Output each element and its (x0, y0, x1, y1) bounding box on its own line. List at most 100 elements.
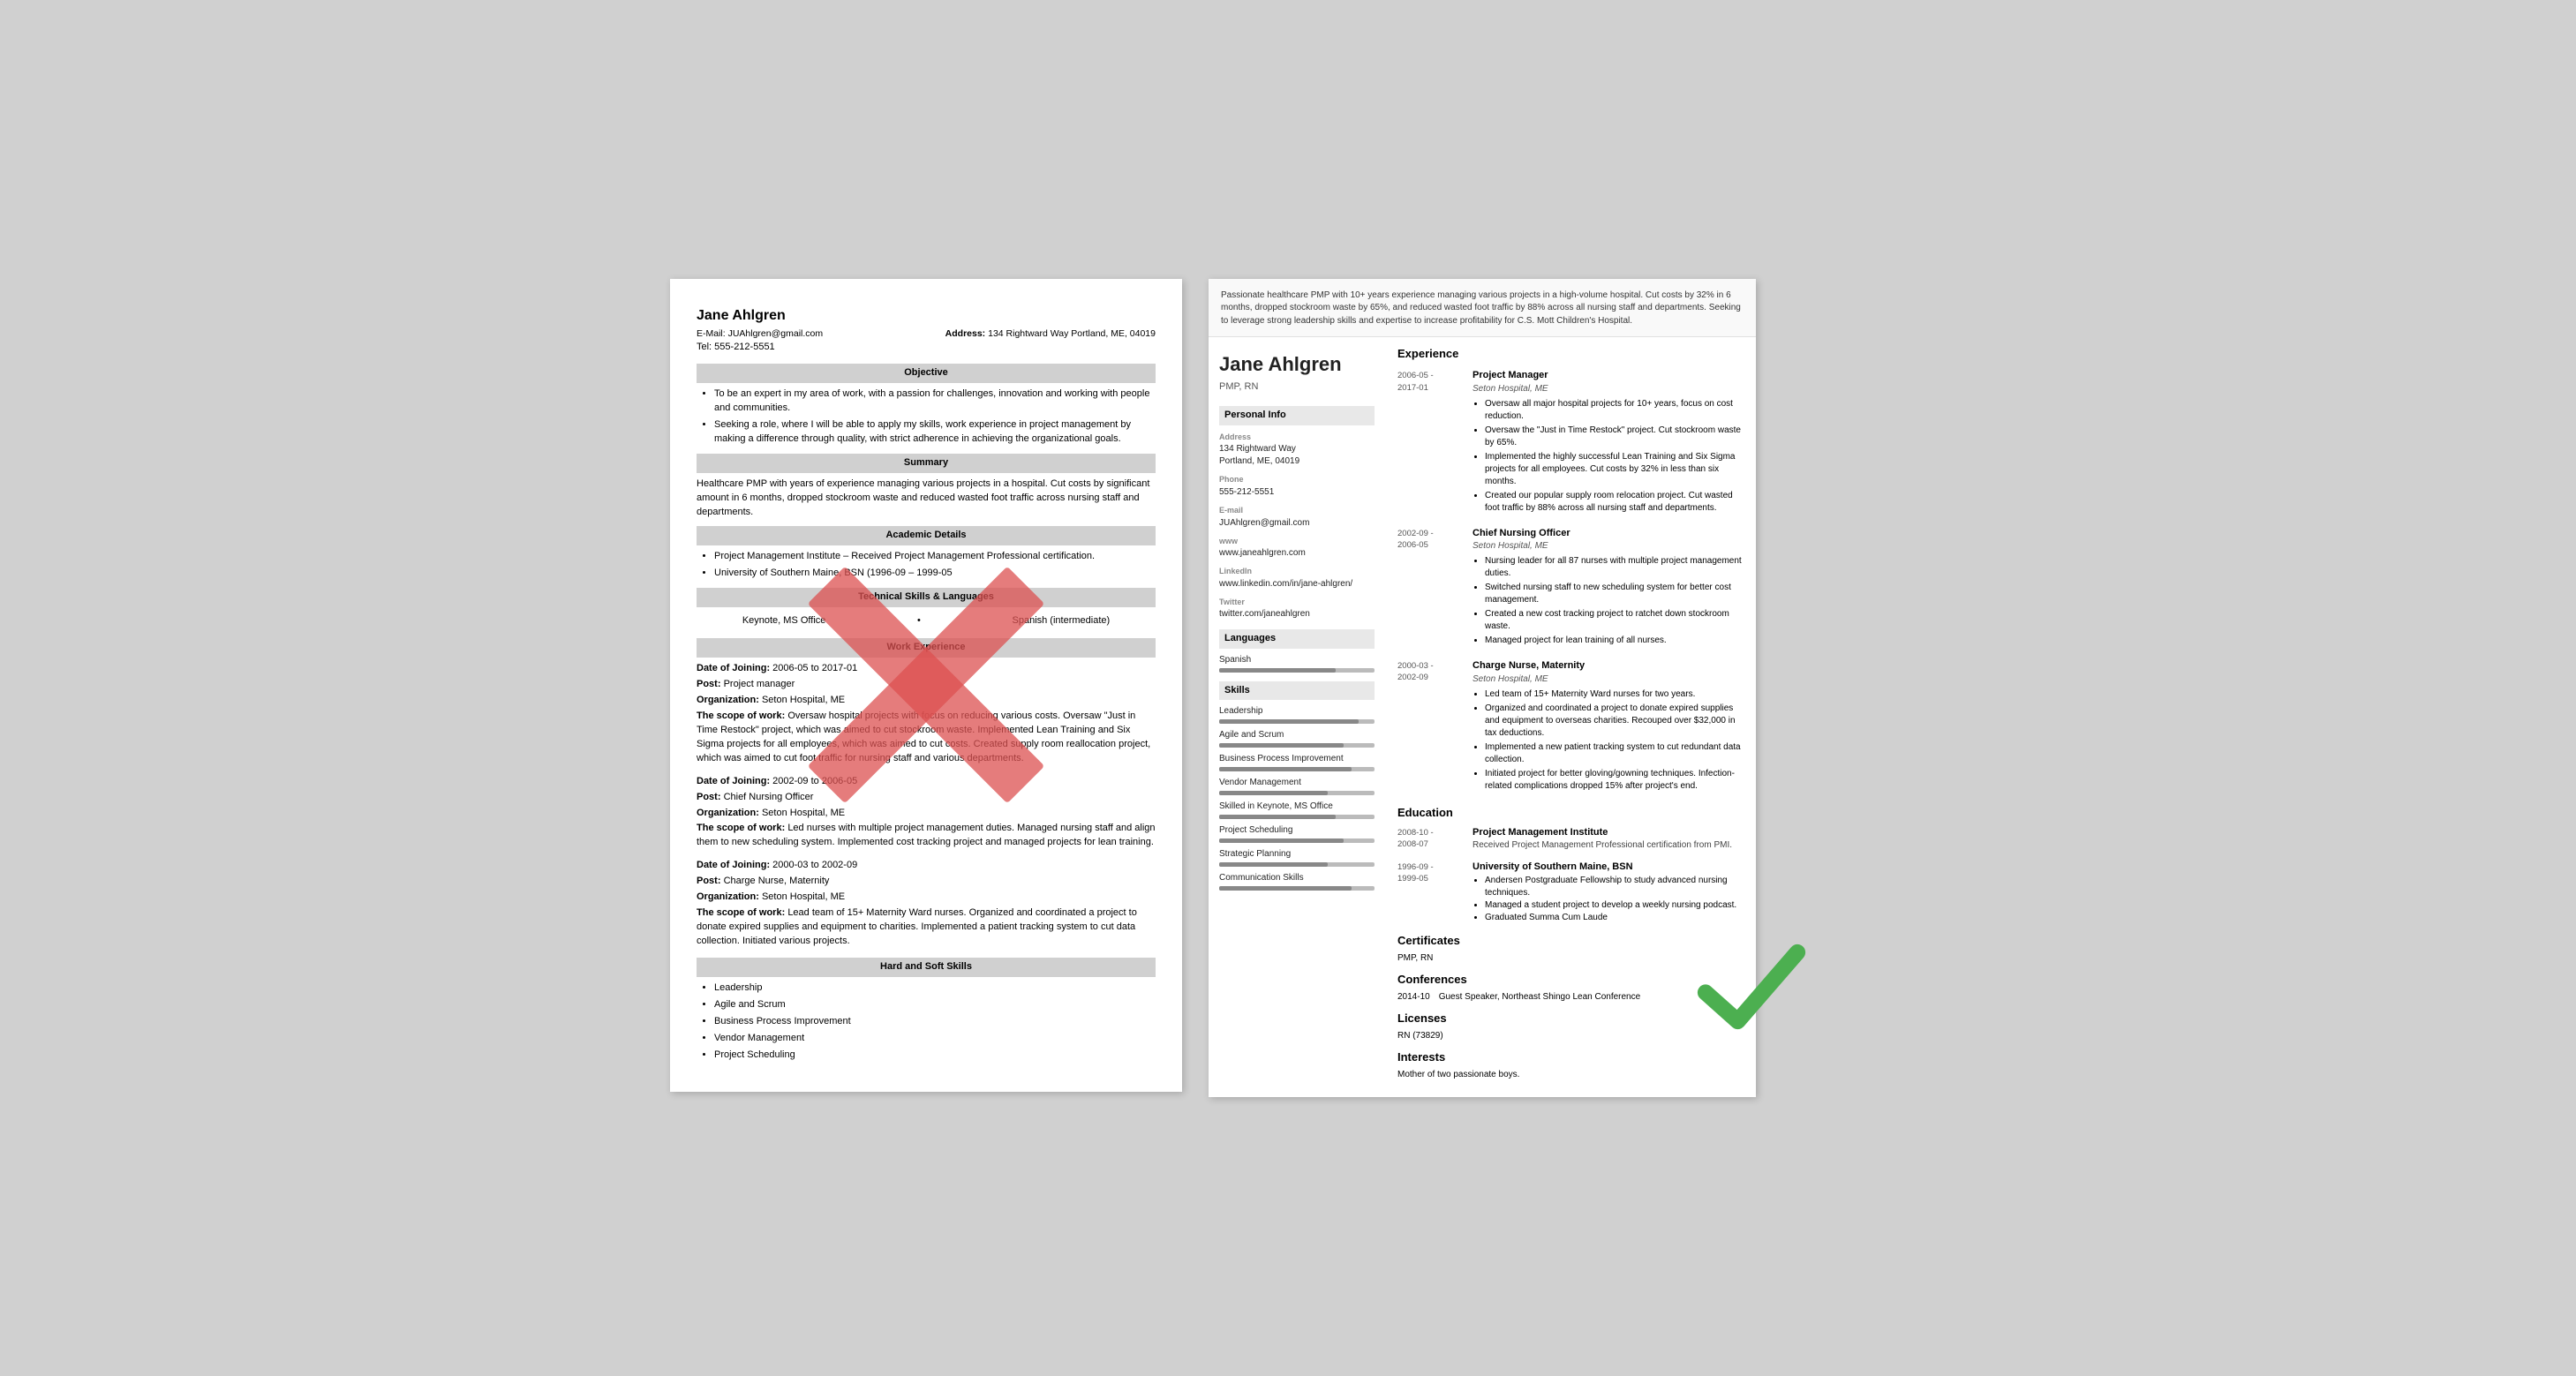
twitter-value: twitter.com/janeahlgren (1219, 608, 1375, 620)
academic-item-1: Project Management Institute – Received … (714, 550, 1156, 564)
skill-agile-fill (1219, 743, 1344, 748)
right-name: Jane Ahlgren (1219, 351, 1375, 379)
exp2-dates: 2002-09 -2006-05 (1397, 527, 1464, 649)
education-header: Education (1397, 805, 1744, 821)
left-address-label: Address: (945, 328, 986, 339)
phone-value: 555-212-5551 (1219, 486, 1375, 499)
work2-post-value: Chief Nursing Officer (724, 792, 814, 802)
skill-1: Leadership (714, 981, 1156, 996)
certificates-value: PMP, RN (1397, 952, 1744, 965)
exp3-org: Seton Hospital, ME (1473, 673, 1744, 686)
work1-date-value: 2006-05 to 2017-01 (772, 663, 857, 673)
right-main-content: Jane Ahlgren PMP, RN Personal Info Addre… (1209, 337, 1756, 1097)
page-container: Jane Ahlgren E-Mail: JUAhlgren@gmail.com… (670, 279, 1906, 1098)
licenses-value: RN (73829) (1397, 1030, 1744, 1042)
exp-entry-1: 2006-05 -2017-01 Project Manager Seton H… (1397, 369, 1744, 515)
linkedin-label: LinkedIn (1219, 566, 1375, 577)
resume-right: Passionate healthcare PMP with 10+ years… (1209, 279, 1756, 1098)
work1-post-value: Project manager (724, 679, 795, 689)
twitter-label: Twitter (1219, 597, 1375, 608)
edu2-title: University of Southern Maine, BSN (1473, 861, 1744, 874)
work1-date-label: Date of Joining: (697, 663, 770, 673)
skill-4: Vendor Management (714, 1032, 1156, 1046)
exp2-bullets: Nursing leader for all 87 nurses with mu… (1473, 555, 1744, 647)
edu-entry-2: 1996-09 -1999-05 University of Southern … (1397, 861, 1744, 923)
skill-bpi-bar (1219, 767, 1375, 771)
address-value: 134 Rightward WayPortland, ME, 04019 (1219, 443, 1375, 468)
skill-communication-bar (1219, 886, 1375, 891)
skill-leadership-label: Leadership (1219, 705, 1375, 718)
conferences-header: Conferences (1397, 972, 1744, 988)
exp1-content: Project Manager Seton Hospital, ME Overs… (1473, 369, 1744, 515)
skill-communication-fill (1219, 886, 1352, 891)
exp3-b2: Organized and coordinated a project to d… (1485, 703, 1744, 740)
exp3-b4: Initiated project for better gloving/gow… (1485, 768, 1744, 793)
www-label: www (1219, 536, 1375, 547)
technical-header: Technical Skills & Languages (697, 588, 1156, 607)
skill-strategic-bar (1219, 862, 1375, 867)
work-header: Work Experience (697, 638, 1156, 658)
academic-header: Academic Details (697, 526, 1156, 545)
objective-list: To be an expert in my area of work, with… (697, 387, 1156, 447)
work3-org-value: Seton Hospital, ME (762, 891, 845, 902)
languages-header: Languages (1219, 629, 1375, 648)
conferences-value: Guest Speaker, Northeast Shingo Lean Con… (1439, 991, 1640, 1004)
email-value: JUAhlgren@gmail.com (1219, 517, 1375, 530)
skill-vendor-fill (1219, 791, 1328, 795)
edu-entry-1: 2008-10 -2008-07 Project Management Inst… (1397, 826, 1744, 852)
work1-scope-label: The scope of work: (697, 711, 785, 721)
skill-agile: Agile and Scrum (1219, 729, 1375, 748)
exp1-b1: Oversaw all major hospital projects for … (1485, 398, 1744, 423)
conferences-entry: 2014-10 Guest Speaker, Northeast Shingo … (1397, 991, 1744, 1004)
exp2-b4: Managed project for lean training of all… (1485, 635, 1744, 647)
work-entry-3: Date of Joining: 2000-03 to 2002-09 Post… (697, 859, 1156, 949)
exp2-b3: Created a new cost tracking project to r… (1485, 608, 1744, 633)
edu2-dates: 1996-09 -1999-05 (1397, 861, 1464, 923)
exp3-bullets: Led team of 15+ Maternity Ward nurses fo… (1473, 688, 1744, 793)
exp1-bullets: Oversaw all major hospital projects for … (1473, 398, 1744, 515)
skill-strategic: Strategic Planning (1219, 848, 1375, 867)
skill-agile-bar (1219, 743, 1375, 748)
exp1-b4: Created our popular supply room relocati… (1485, 490, 1744, 515)
exp-entry-2: 2002-09 -2006-05 Chief Nursing Officer S… (1397, 527, 1744, 649)
skill-3: Business Process Improvement (714, 1015, 1156, 1029)
technical-col1: Keynote, MS Office (742, 614, 826, 628)
work2-post-label: Post: (697, 792, 721, 802)
work3-post-value: Charge Nurse, Maternity (724, 876, 830, 886)
summary-header: Summary (697, 454, 1156, 473)
summary-text: Healthcare PMP with years of experience … (697, 477, 1156, 520)
work3-org-label: Organization: (697, 891, 759, 902)
skill-vendor-label: Vendor Management (1219, 777, 1375, 789)
left-contact: E-Mail: JUAhlgren@gmail.com Address: 134… (697, 327, 1156, 341)
address-label: Address (1219, 432, 1375, 443)
spanish-label: Spanish (1219, 654, 1375, 666)
edu1-sub: Received Project Management Professional… (1473, 839, 1744, 852)
edu1-title: Project Management Institute (1473, 826, 1744, 839)
skill-leadership-fill (1219, 719, 1359, 724)
right-summary-text: Passionate healthcare PMP with 10+ years… (1221, 290, 1741, 326)
work-entry-2: Date of Joining: 2002-09 to 2006-05 Post… (697, 775, 1156, 851)
work1-post-label: Post: (697, 679, 721, 689)
exp3-b3: Implemented a new patient tracking syste… (1485, 741, 1744, 766)
resume-left: Jane Ahlgren E-Mail: JUAhlgren@gmail.com… (670, 279, 1182, 1092)
right-summary-bar: Passionate healthcare PMP with 10+ years… (1209, 279, 1756, 338)
skill-strategic-label: Strategic Planning (1219, 848, 1375, 861)
work1-org-value: Seton Hospital, ME (762, 695, 845, 705)
skill-keynote-fill (1219, 815, 1336, 819)
skill-vendor-bar (1219, 791, 1375, 795)
exp2-b2: Switched nursing staff to new scheduling… (1485, 582, 1744, 606)
academic-list: Project Management Institute – Received … (697, 550, 1156, 581)
technical-col2: Spanish (intermediate) (1013, 614, 1111, 628)
work3-date-label: Date of Joining: (697, 860, 770, 870)
work-entries: Date of Joining: 2006-05 to 2017-01 Post… (697, 662, 1156, 949)
skill-bpi-label: Business Process Improvement (1219, 753, 1375, 765)
work3-scope-label: The scope of work: (697, 907, 785, 918)
skill-bpi-fill (1219, 767, 1352, 771)
right-right-col: Experience 2006-05 -2017-01 Project Mana… (1385, 337, 1756, 1097)
conferences-date: 2014-10 (1397, 991, 1430, 1004)
skill-keynote-label: Skilled in Keynote, MS Office (1219, 801, 1375, 813)
spanish-bar (1219, 668, 1375, 673)
linkedin-value: www.linkedin.com/in/jane-ahlgren/ (1219, 578, 1375, 590)
exp2-content: Chief Nursing Officer Seton Hospital, ME… (1473, 527, 1744, 649)
skill-keynote-bar (1219, 815, 1375, 819)
